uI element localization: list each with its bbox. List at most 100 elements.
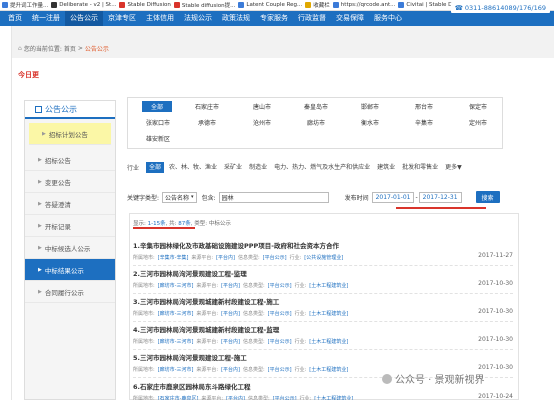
result-meta-text[interactable]: [土木工程建筑业] xyxy=(309,338,348,345)
nav-item[interactable]: 行政监督 xyxy=(293,11,331,26)
breadcrumb-prefix: 您的当前位置: xyxy=(23,46,62,53)
nav-item[interactable]: 服务中心 xyxy=(369,11,407,26)
sidebar-item[interactable]: ▶ 中标结果公示 xyxy=(25,259,115,281)
bookmark-label: Stable Diffusion xyxy=(127,2,171,8)
nav-item[interactable]: 政策法规 xyxy=(217,11,255,26)
result-meta-text[interactable]: [廊坊市-三河市] xyxy=(158,366,194,373)
bookmark-item[interactable]: Stable Diffusion xyxy=(119,2,171,8)
industry-option[interactable]: 制造业 xyxy=(247,162,269,173)
region-option[interactable]: 沧州市 xyxy=(238,117,286,128)
sidebar-item[interactable]: ▶ 中标候选人公示 xyxy=(25,237,115,259)
region-option[interactable]: 承德市 xyxy=(183,117,231,128)
keyword-input[interactable]: 园林 xyxy=(218,191,329,203)
industry-option[interactable]: 农、林、牧、渔业 xyxy=(167,162,219,173)
nav-item[interactable]: 公告公示 xyxy=(65,11,103,26)
result-meta-text[interactable]: [平台内] xyxy=(221,310,240,317)
result-meta-text[interactable]: [平台公示] xyxy=(268,338,292,345)
region-option[interactable]: 保定市 xyxy=(454,101,502,112)
result-meta-text[interactable]: [辛集市-辛集] xyxy=(158,254,189,261)
result-meta-text[interactable]: [平台内] xyxy=(221,282,240,289)
bookmark-item[interactable]: Latent Couple Reg... xyxy=(238,2,302,8)
result-meta-text[interactable]: [平台内] xyxy=(221,366,240,373)
search-button[interactable]: 搜索 xyxy=(475,191,500,203)
region-option[interactable]: 衡水市 xyxy=(346,117,394,128)
industry-option[interactable]: 全部 xyxy=(146,161,165,173)
region-option[interactable]: 秦皇岛市 xyxy=(292,101,340,112)
result-meta-text: 行业: xyxy=(289,255,302,261)
sidebar-item[interactable]: ▶ 招标公告 xyxy=(25,149,115,171)
nav-item[interactable]: 京津专区 xyxy=(103,11,141,26)
nav-item[interactable]: 统一注册 xyxy=(27,11,65,26)
bookmark-item[interactable]: 收藏栏 xyxy=(305,1,330,9)
breadcrumb: ⌂ 您的当前位置: 首页 > 公告公示 xyxy=(18,44,109,53)
result-meta-text[interactable]: [土木工程建筑业] xyxy=(314,395,353,400)
region-option[interactable]: 唐山市 xyxy=(238,101,286,112)
industry-option[interactable]: 更多▼ xyxy=(443,162,464,173)
bookmark-item[interactable]: Stable diffusion提... xyxy=(173,1,235,9)
result-title-link[interactable]: 4.三河市园林局泃河景观城建新村段建设工程-监理 xyxy=(133,324,513,334)
result-meta-text: 来源平台: xyxy=(191,255,214,261)
region-option[interactable]: 石家庄市 xyxy=(183,101,231,112)
region-option[interactable]: 定州市 xyxy=(454,117,502,128)
result-date: 2017-10-24 xyxy=(478,393,513,400)
result-meta-text[interactable]: [平台公示] xyxy=(268,310,292,317)
bookmark-item[interactable]: Deliberate - v2 | St... xyxy=(51,2,116,8)
bookmark-item[interactable]: https://qrcode.ant... xyxy=(332,2,395,8)
result-meta-text[interactable]: [平台公示] xyxy=(268,282,292,289)
region-option[interactable]: 辛集市 xyxy=(400,117,448,128)
industry-option[interactable]: 批发和零售业 xyxy=(400,162,440,173)
result-meta-text[interactable]: [廊坊市-三河市] xyxy=(158,282,194,289)
result-meta-text[interactable]: [平台内] xyxy=(216,254,235,261)
keyword-type-select[interactable]: 公告名称 ▾ xyxy=(162,191,197,203)
industry-option[interactable]: 采矿业 xyxy=(222,162,244,173)
region-option[interactable]: 张家口市 xyxy=(134,117,182,128)
region-option[interactable]: 全部 xyxy=(142,101,172,112)
result-item: 3.三河市园林局泃河景观城建新村段建设工程-施工 所属地市: [廊坊市-三河市] 来源… xyxy=(133,296,513,322)
nav-item[interactable]: 交易保障 xyxy=(331,11,369,26)
sidebar-item[interactable]: ▶ 变更公告 xyxy=(25,171,115,193)
breadcrumb-home[interactable]: 首页 xyxy=(64,44,76,53)
sidebar-header: 公告公示 xyxy=(25,101,115,119)
result-meta-text[interactable]: [土木工程建筑业] xyxy=(309,282,348,289)
sidebar-item[interactable]: ▶ 合同履行公示 xyxy=(25,281,115,303)
nav-item[interactable]: 首页 xyxy=(3,11,27,26)
result-meta-text[interactable]: [土木工程建筑业] xyxy=(309,366,348,373)
region-option[interactable]: 邯郸市 xyxy=(346,101,394,112)
breadcrumb-current[interactable]: 公告公示 xyxy=(85,44,109,53)
result-meta-text: 来源平台: xyxy=(196,339,219,345)
nav-item[interactable]: 主体信用 xyxy=(141,11,179,26)
result-meta-text[interactable]: [平台内] xyxy=(226,395,245,400)
result-meta-text: 行业: xyxy=(294,283,307,289)
result-title-link[interactable]: 5.三河市园林局泃河景观建设工程-施工 xyxy=(133,352,513,362)
favicon-icon xyxy=(173,2,180,8)
region-option[interactable]: 廊坊市 xyxy=(292,117,340,128)
sidebar-item[interactable]: ▶ 招标计划公告 xyxy=(29,123,111,145)
result-meta-text[interactable]: [平台公示] xyxy=(268,366,292,373)
bookmark-item[interactable]: 提升词工作量... xyxy=(2,1,48,9)
result-meta-text[interactable]: [廊坊市-三河市] xyxy=(158,310,194,317)
result-meta-text: 来源平台: xyxy=(196,311,219,317)
date-from-input[interactable]: 2017-01-01 xyxy=(371,191,415,203)
result-title-link[interactable]: 3.三河市园林局泃河景观城建新村段建设工程-施工 xyxy=(133,296,513,306)
result-meta-text[interactable]: [廊坊市-三河市] xyxy=(158,338,194,345)
sidebar-item[interactable]: ▶ 答疑澄清 xyxy=(25,193,115,215)
sidebar-item[interactable]: ▶ 开标记录 xyxy=(25,215,115,237)
nav-item[interactable]: 法规公示 xyxy=(179,11,217,26)
keyword-value: 园林 xyxy=(221,194,234,202)
result-meta-text[interactable]: [平台公示] xyxy=(273,395,297,400)
industry-option[interactable]: 建筑业 xyxy=(375,162,397,173)
result-meta-text[interactable]: [平台公示] xyxy=(263,254,287,261)
result-title-link[interactable]: 1.辛集市园林绿化及市政基础设施建设PPP项目-政府和社会资本方合作 xyxy=(133,240,513,250)
result-meta-text[interactable]: [石家庄市-鹿泉区] xyxy=(158,395,199,400)
result-meta-text[interactable]: [平台内] xyxy=(221,338,240,345)
industry-option[interactable]: 电力、热力、燃气及水生产和供应业 xyxy=(272,162,372,173)
bookmark-label: Latent Couple Reg... xyxy=(246,2,303,8)
bookmark-label: 收藏栏 xyxy=(313,3,330,9)
date-to-input[interactable]: 2017-12-31 xyxy=(418,191,462,203)
nav-item[interactable]: 专家服务 xyxy=(255,11,293,26)
result-meta-text[interactable]: [土木工程建筑业] xyxy=(309,310,348,317)
region-option[interactable]: 雄安新区 xyxy=(134,133,182,144)
result-meta-text[interactable]: [公共设施管理业] xyxy=(304,254,343,261)
region-option[interactable]: 邢台市 xyxy=(400,101,448,112)
result-title-link[interactable]: 2.三河市园林局泃河景观建设工程-监理 xyxy=(133,268,513,278)
